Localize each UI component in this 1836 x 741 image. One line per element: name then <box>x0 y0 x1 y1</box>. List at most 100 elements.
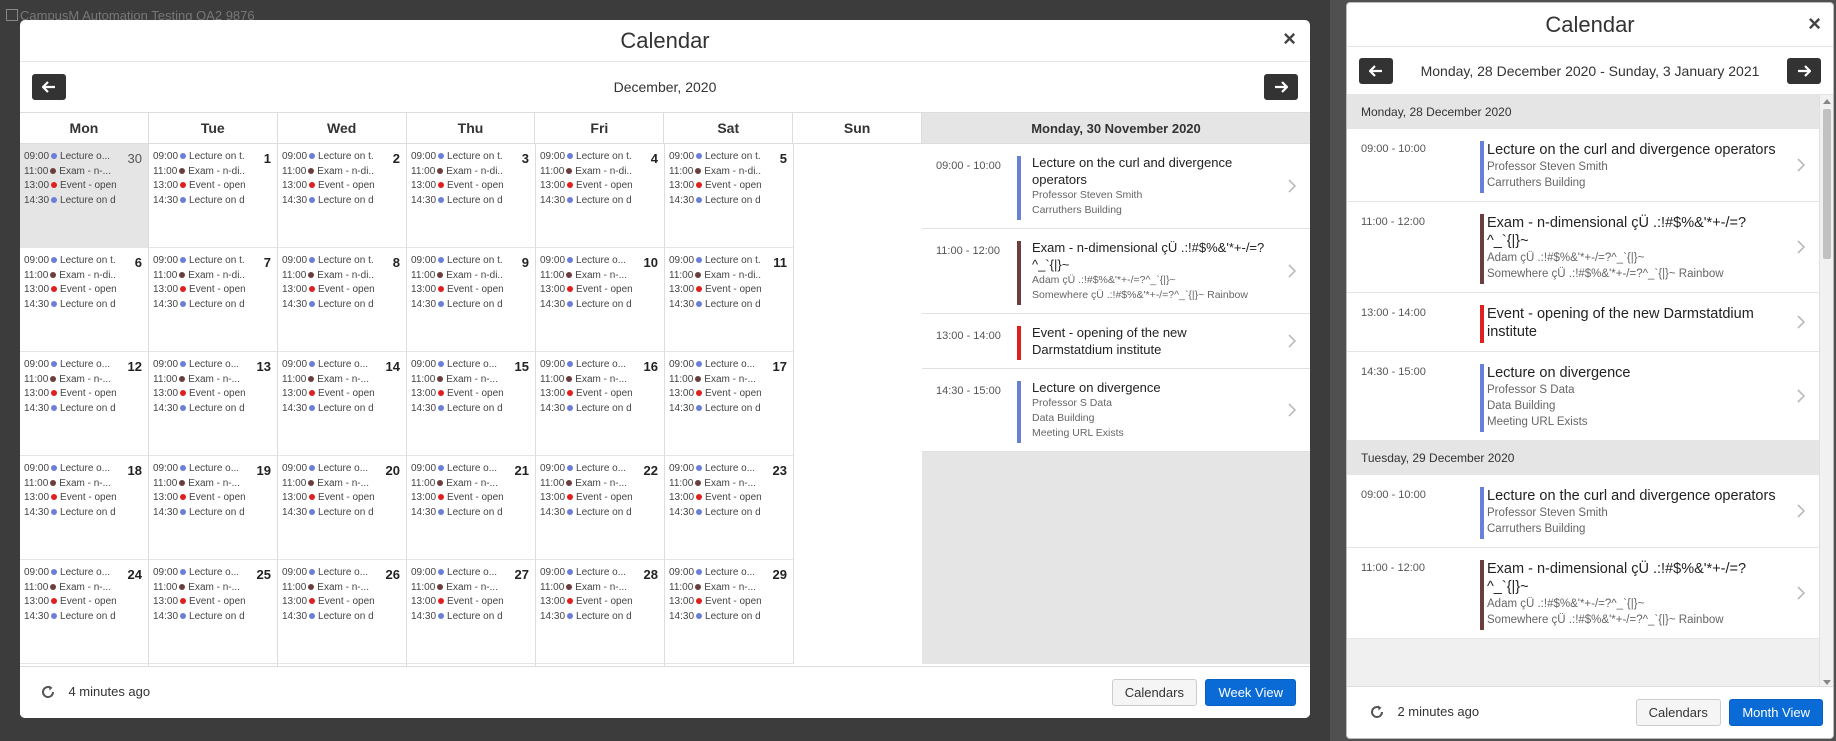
calendar-event[interactable]: 13:00 Event - openin... <box>153 387 245 402</box>
calendar-event[interactable]: 09:00 Lecture o... <box>540 254 632 269</box>
calendar-event[interactable]: 09:00 Lecture o... <box>411 462 503 477</box>
calendar-event[interactable]: 13:00 Event - openin... <box>540 283 632 298</box>
calendar-event[interactable]: 11:00 Exam - n-di... <box>24 269 116 284</box>
calendar-event[interactable]: 11:00 Exam - n-... <box>24 581 116 596</box>
calendar-event[interactable]: 14:30 Lecture on dive... <box>282 610 374 625</box>
calendar-event[interactable]: 11:00 Exam - n-di... <box>411 269 503 284</box>
calendar-event[interactable]: 09:00 Lecture o... <box>540 358 632 373</box>
calendar-event[interactable]: 09:00 Lecture o... <box>540 462 632 477</box>
calendar-event[interactable]: 09:00 Lecture on t... <box>669 150 761 165</box>
day-cell[interactable]: 16 09:00 Lecture o... 11:00 Exam - n-... 13:0… <box>536 352 665 456</box>
calendar-event[interactable]: 11:00 Exam - n-... <box>24 165 116 180</box>
calendar-event[interactable]: 13:00 Event - opening... <box>282 179 374 194</box>
calendar-event[interactable]: 13:00 Event - openin... <box>282 595 374 610</box>
day-cell[interactable]: 21 09:00 Lecture o... 11:00 Exam - n-... 13:0… <box>407 456 536 560</box>
calendar-event[interactable]: 11:00 Exam - n-... <box>540 477 632 492</box>
calendar-event[interactable]: 14:30 Lecture on dive... <box>24 194 116 209</box>
calendar-event[interactable]: 11:00 Exam - n-... <box>669 477 761 492</box>
refresh-icon[interactable] <box>1369 704 1385 720</box>
calendar-event[interactable]: 11:00 Exam - n-di... <box>669 269 761 284</box>
calendar-event[interactable]: 14:30 Lecture on dive... <box>153 298 245 313</box>
calendar-event[interactable]: 09:00 Lecture o... <box>153 462 245 477</box>
calendar-event[interactable]: 09:00 Lecture o... <box>282 358 374 373</box>
week-view-button[interactable]: Week View <box>1205 679 1296 706</box>
scroll-down-arrow[interactable] <box>1823 680 1831 685</box>
calendar-event[interactable]: 14:30 Lecture on dive... <box>153 506 245 521</box>
calendar-event[interactable]: 13:00 Event - openin... <box>282 491 374 506</box>
calendar-event[interactable]: 09:00 Lecture o... <box>669 462 761 477</box>
day-event-item[interactable]: 09:00 - 10:00 Lecture on the curl and div… <box>922 144 1310 229</box>
calendar-event[interactable]: 14:30 Lecture on dive... <box>540 402 632 417</box>
day-cell[interactable]: 1 09:00 Lecture on t... 11:00 Exam - n-di...… <box>149 144 278 248</box>
calendar-event[interactable]: 09:00 Lecture o... <box>24 462 116 477</box>
calendar-event[interactable]: 14:30 Lecture on dive... <box>540 194 632 209</box>
calendar-event[interactable]: 14:30 Lecture on dive... <box>24 298 116 313</box>
week-event-item[interactable]: 11:00 - 12:00 Exam - n-dimensional çÜ .:!… <box>1347 548 1819 639</box>
calendar-event[interactable]: 09:00 Lecture o... <box>24 150 116 165</box>
day-cell[interactable]: 6 09:00 Lecture on t... 11:00 Exam - n-di...… <box>20 248 149 352</box>
day-cell[interactable]: 3 09:00 Lecture on t... 11:00 Exam - n-di...… <box>407 144 536 248</box>
calendar-event[interactable]: 13:00 Event - opening... <box>540 179 632 194</box>
calendar-event[interactable]: 09:00 Lecture o... <box>282 566 374 581</box>
calendar-event[interactable]: 14:30 Lecture on dive... <box>411 506 503 521</box>
day-cell[interactable]: 9 09:00 Lecture on t... 11:00 Exam - n-di...… <box>407 248 536 352</box>
calendar-event[interactable]: 13:00 Event - openin... <box>24 387 116 402</box>
day-cell[interactable]: 7 09:00 Lecture on t... 11:00 Exam - n-di...… <box>149 248 278 352</box>
calendar-event[interactable]: 11:00 Exam - n-... <box>540 581 632 596</box>
calendar-event[interactable]: 13:00 Event - openin... <box>24 491 116 506</box>
calendar-event[interactable]: 09:00 Lecture on t... <box>282 254 374 269</box>
calendar-event[interactable]: 14:30 Lecture on dive... <box>669 298 761 313</box>
scroll-up-arrow[interactable] <box>1823 99 1831 104</box>
calendar-event[interactable]: 14:30 Lecture on dive... <box>153 610 245 625</box>
day-event-item[interactable]: 11:00 - 12:00 Exam - n-dimensional çÜ .:!… <box>922 229 1310 314</box>
day-cell[interactable]: 24 09:00 Lecture o... 11:00 Exam - n-... 13:0… <box>20 560 149 664</box>
calendar-event[interactable]: 13:00 Event - opening... <box>24 283 116 298</box>
day-cell[interactable]: 25 09:00 Lecture o... 11:00 Exam - n-... 13:0… <box>149 560 278 664</box>
day-cell[interactable]: 30 09:00 Lecture o... 11:00 Exam - n-... 13:0… <box>20 144 149 248</box>
calendar-event[interactable]: 13:00 Event - openin... <box>411 387 503 402</box>
calendar-event[interactable]: 09:00 Lecture on t... <box>153 254 245 269</box>
calendar-event[interactable]: 14:30 Lecture on dive... <box>411 194 503 209</box>
calendar-event[interactable]: 13:00 Event - opening... <box>411 283 503 298</box>
calendar-event[interactable]: 09:00 Lecture o... <box>153 358 245 373</box>
scrollbar[interactable] <box>1819 95 1833 689</box>
calendar-event[interactable]: 11:00 Exam - n-di... <box>153 165 245 180</box>
calendar-event[interactable]: 13:00 Event - openin... <box>540 595 632 610</box>
calendar-event[interactable]: 11:00 Exam - n-... <box>411 373 503 388</box>
calendar-event[interactable]: 09:00 Lecture o... <box>411 566 503 581</box>
day-cell[interactable]: 19 09:00 Lecture o... 11:00 Exam - n-... 13:0… <box>149 456 278 560</box>
calendar-event[interactable]: 13:00 Event - openin... <box>669 491 761 506</box>
calendar-event[interactable]: 11:00 Exam - n-... <box>669 373 761 388</box>
calendar-event[interactable]: 09:00 Lecture on t... <box>540 150 632 165</box>
calendar-event[interactable]: 09:00 Lecture o... <box>669 566 761 581</box>
calendar-event[interactable]: 14:30 Lecture on dive... <box>669 402 761 417</box>
calendar-event[interactable]: 13:00 Event - openin... <box>153 595 245 610</box>
calendar-event[interactable]: 13:00 Event - openin... <box>24 179 116 194</box>
day-event-item[interactable]: 14:30 - 15:00 Lecture on divergence Profes… <box>922 369 1310 452</box>
calendar-event[interactable]: 13:00 Event - openin... <box>540 491 632 506</box>
calendar-event[interactable]: 09:00 Lecture o... <box>282 462 374 477</box>
calendar-event[interactable]: 14:30 Lecture on dive... <box>24 402 116 417</box>
calendar-event[interactable]: 14:30 Lecture on dive... <box>669 506 761 521</box>
calendar-event[interactable]: 13:00 Event - openin... <box>24 595 116 610</box>
calendar-event[interactable]: 14:30 Lecture on dive... <box>540 506 632 521</box>
calendar-event[interactable]: 13:00 Event - openin... <box>282 387 374 402</box>
calendar-event[interactable]: 14:30 Lecture on dive... <box>411 402 503 417</box>
calendar-event[interactable]: 13:00 Event - opening... <box>411 179 503 194</box>
calendar-event[interactable]: 13:00 Event - opening... <box>669 179 761 194</box>
calendar-event[interactable]: 11:00 Exam - n-... <box>153 373 245 388</box>
day-cell[interactable]: 10 09:00 Lecture o... 11:00 Exam - n-... 13:0… <box>536 248 665 352</box>
calendar-event[interactable]: 13:00 Event - opening... <box>669 283 761 298</box>
calendar-event[interactable]: 11:00 Exam - n-... <box>24 373 116 388</box>
day-cell[interactable]: 2 09:00 Lecture on t... 11:00 Exam - n-di...… <box>278 144 407 248</box>
day-cell[interactable]: 8 09:00 Lecture on t... 11:00 Exam - n-di...… <box>278 248 407 352</box>
day-cell[interactable]: 29 09:00 Lecture o... 11:00 Exam - n-... 13:0… <box>665 560 794 664</box>
calendar-event[interactable]: 11:00 Exam - n-di... <box>153 269 245 284</box>
day-cell[interactable]: 11 09:00 Lecture on t... 11:00 Exam - n-di..… <box>665 248 794 352</box>
calendar-event[interactable]: 14:30 Lecture on dive... <box>540 610 632 625</box>
calendar-event[interactable]: 13:00 Event - opening... <box>153 179 245 194</box>
calendar-event[interactable]: 09:00 Lecture on t... <box>282 150 374 165</box>
month-view-button[interactable]: Month View <box>1729 699 1823 726</box>
calendar-event[interactable]: 11:00 Exam - n-di... <box>282 165 374 180</box>
day-cell[interactable]: 22 09:00 Lecture o... 11:00 Exam - n-... 13:0… <box>536 456 665 560</box>
